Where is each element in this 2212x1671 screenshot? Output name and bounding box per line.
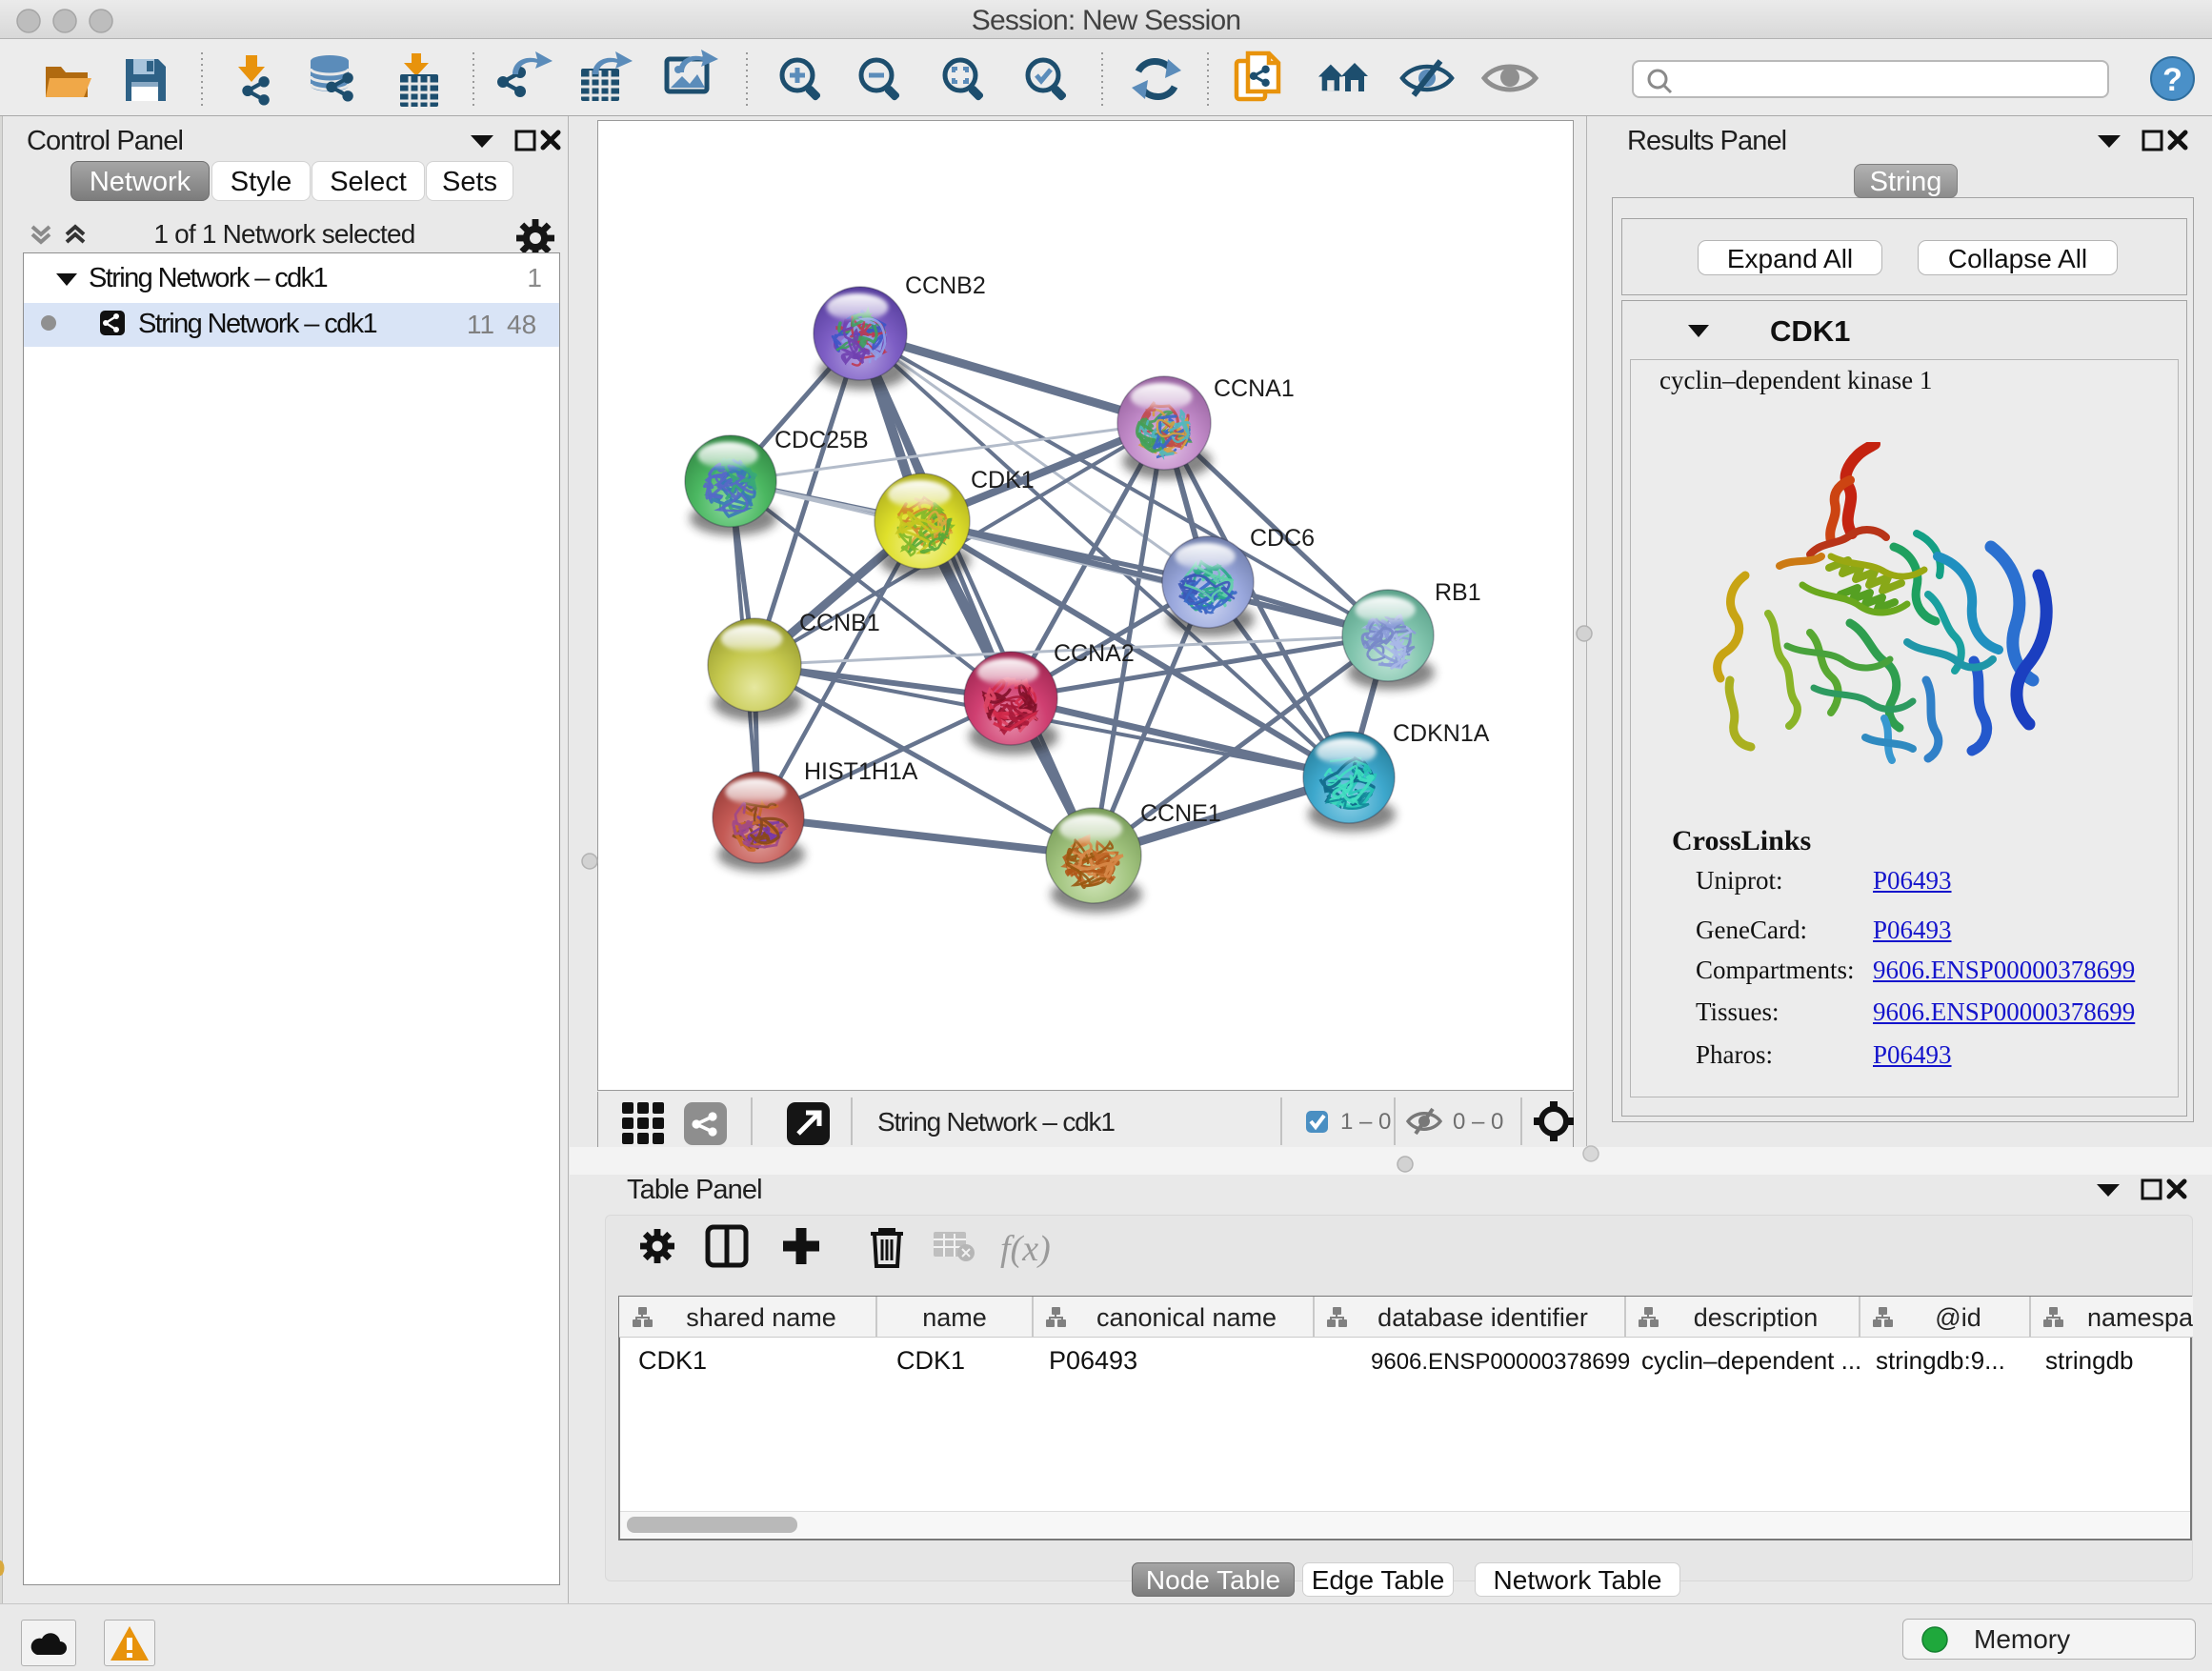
svg-text:RB1: RB1 (1435, 579, 1481, 606)
svg-text:CDK1: CDK1 (638, 1346, 707, 1375)
svg-text:f(x): f(x) (1000, 1229, 1051, 1269)
svg-text:cyclin–dependent ...: cyclin–dependent ... (1641, 1346, 1861, 1375)
svg-text:CCNB2: CCNB2 (905, 272, 986, 299)
svg-text:namespace: namespace (2087, 1303, 2193, 1332)
svg-text:CDKN1A: CDKN1A (1393, 720, 1490, 747)
svg-text:description: description (1694, 1303, 1819, 1332)
svg-text:String Network – cdk1: String Network – cdk1 (877, 1107, 1115, 1137)
svg-text:HIST1H1A: HIST1H1A (804, 758, 918, 785)
svg-text:1 – 0: 1 – 0 (1340, 1109, 1391, 1135)
svg-text:CDC6: CDC6 (1250, 525, 1315, 552)
svg-text:CCNA2: CCNA2 (1054, 640, 1135, 667)
svg-text:@id: @id (1935, 1303, 1981, 1332)
svg-text:CCNB1: CCNB1 (799, 610, 880, 636)
svg-text:name: name (922, 1303, 987, 1332)
svg-text:CDK1: CDK1 (971, 467, 1035, 493)
svg-text:9606.ENSP00000378699: 9606.ENSP00000378699 (1371, 1349, 1630, 1375)
svg-text:CCNA1: CCNA1 (1214, 375, 1295, 402)
svg-text:canonical name: canonical name (1096, 1303, 1277, 1332)
svg-text:P06493: P06493 (1049, 1346, 1137, 1375)
svg-text:stringdb:9...: stringdb:9... (1876, 1346, 2005, 1375)
svg-text:shared name: shared name (686, 1303, 836, 1332)
svg-text:stringdb: stringdb (2045, 1346, 2134, 1375)
svg-text:CCNE1: CCNE1 (1140, 800, 1221, 827)
svg-text:database identifier: database identifier (1377, 1303, 1588, 1332)
svg-text:CDC25B: CDC25B (774, 427, 869, 453)
svg-text:CDK1: CDK1 (896, 1346, 965, 1375)
svg-text:0 – 0: 0 – 0 (1453, 1109, 1503, 1135)
